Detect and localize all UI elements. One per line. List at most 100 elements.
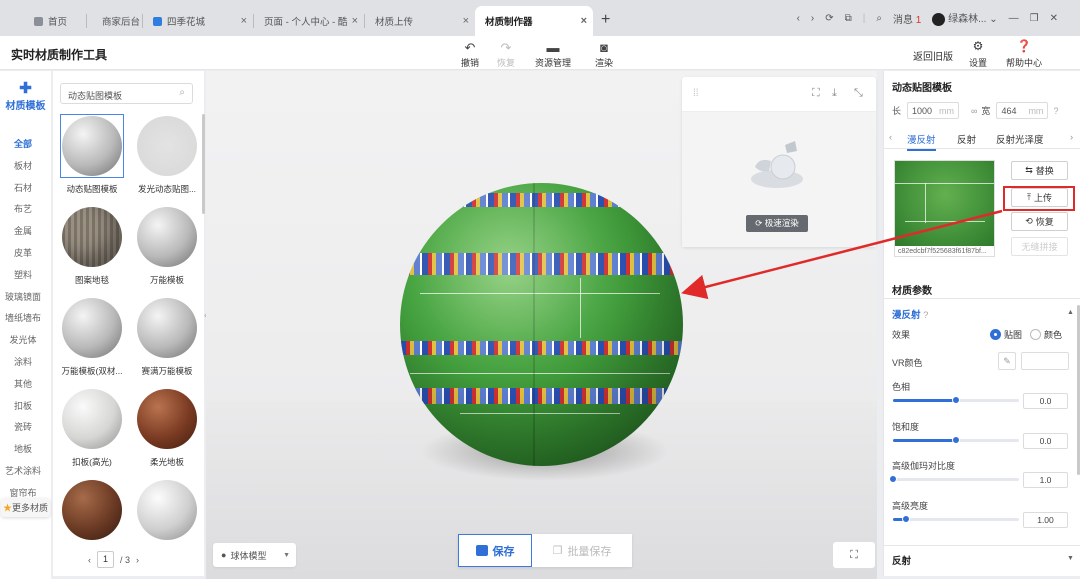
vr-color-input[interactable] [1021, 352, 1069, 370]
material-card[interactable] [131, 478, 203, 547]
seamless-button[interactable]: 无缝拼接 [1011, 237, 1068, 256]
rail-item[interactable]: 地板 [0, 442, 46, 455]
rail-item[interactable]: 扣板 [0, 399, 46, 412]
reflect-section-title[interactable]: 反射 [892, 553, 911, 567]
back-icon[interactable]: ‹ [797, 13, 800, 24]
rail-item[interactable]: 玻璃镜面 [0, 290, 46, 303]
screenshot-icon[interactable]: ⛶ [812, 87, 820, 100]
diffuse-section-title[interactable]: 漫反射 ? [892, 307, 928, 321]
download-icon[interactable]: ⤓ [832, 87, 837, 100]
tab-page-profile[interactable]: 页面 - 个人中心 - 酷 × [254, 6, 364, 36]
copy-icon[interactable]: ⧉ [845, 13, 852, 24]
rail-item[interactable]: 墙纸墙布 [0, 311, 46, 324]
material-card[interactable]: 万能模板(双材... [56, 296, 128, 377]
slider-value-input[interactable]: 1.00 [1023, 511, 1068, 528]
rail-item[interactable]: 皮革 [0, 246, 46, 259]
close-icon[interactable]: × [463, 15, 469, 27]
messages-link[interactable]: 消息 1 [893, 11, 921, 26]
rail-item[interactable]: 艺术涂料 [0, 464, 46, 477]
slider-value-input[interactable]: 0.0 [1023, 393, 1068, 409]
tab-four-seasons[interactable]: 四季花城 × [143, 6, 253, 36]
rail-item[interactable]: 金属 [0, 224, 46, 237]
slider-handle[interactable] [952, 396, 960, 404]
tab-material-maker[interactable]: 材质制作器 × [475, 6, 593, 36]
quick-render-button[interactable]: ⟳ 极速渲染 [746, 215, 808, 232]
width-input[interactable]: 464 mm [996, 102, 1049, 119]
slider-track[interactable] [893, 514, 1019, 523]
rail-item[interactable]: 板材 [0, 159, 46, 172]
close-icon[interactable]: × [581, 15, 587, 27]
tab-home[interactable]: 首页 [24, 6, 86, 36]
material-preview-sphere[interactable] [400, 183, 683, 466]
tab-next-icon[interactable]: › [1070, 132, 1073, 143]
batch-save-button[interactable]: ❐ 批量保存 [532, 534, 632, 567]
close-icon[interactable]: × [241, 15, 247, 27]
help-center-button[interactable]: ❓ 帮助中心 [1006, 39, 1042, 69]
rail-item[interactable]: 发光体 [0, 333, 46, 346]
rail-item[interactable]: 石材 [0, 181, 46, 194]
fullscreen-icon[interactable]: ⛶ [833, 542, 875, 568]
rail-item[interactable]: 其他 [0, 377, 46, 390]
material-template-header[interactable]: ✚ 材质模板 [0, 81, 51, 113]
material-card[interactable]: 图案地毯 [56, 205, 128, 286]
tab-prev-icon[interactable]: ‹ [889, 132, 892, 143]
rail-item[interactable]: 全部 [0, 137, 46, 150]
search-icon[interactable]: ⌕ [179, 87, 185, 98]
model-select[interactable]: ● 球体模型 ▼ [213, 543, 296, 567]
collapse-section-icon[interactable]: ▲ [1067, 309, 1074, 316]
scrollbar[interactable] [202, 114, 205, 214]
forward-icon[interactable]: › [811, 13, 814, 24]
rail-item[interactable]: 布艺 [0, 202, 46, 215]
restore-window-icon[interactable]: ❐ [1030, 13, 1039, 24]
restore-button[interactable]: ⟲ 恢复 [1011, 212, 1068, 231]
new-tab-button[interactable]: + [601, 11, 610, 29]
material-card[interactable] [56, 478, 128, 547]
material-card[interactable]: 万能模板 [131, 205, 203, 286]
search-input[interactable]: 动态贴图模板 ⌕ [60, 83, 193, 104]
drag-handle-icon[interactable]: ⁞⁞ [693, 88, 699, 99]
next-page-icon[interactable]: › [136, 555, 139, 565]
length-input[interactable]: 1000 mm [907, 102, 960, 119]
tab-material-upload[interactable]: 材质上传 × [365, 6, 475, 36]
user-menu[interactable]: 绿森林... ⌄ [932, 10, 998, 26]
slider-value-input[interactable]: 0.0 [1023, 432, 1068, 449]
more-materials-button[interactable]: ★更多材质 [1, 498, 51, 517]
texture-thumbnail[interactable]: c82edcbf7f525683f61f87bf... [894, 160, 995, 257]
rail-item[interactable]: 窗帘布 [0, 486, 46, 499]
minimize-icon[interactable]: — [1009, 13, 1019, 24]
prev-page-icon[interactable]: ‹ [88, 555, 91, 565]
slider-handle[interactable] [952, 435, 960, 444]
effect-radio-map[interactable]: 贴图 [990, 328, 1022, 341]
rail-item[interactable]: 塑料 [0, 268, 46, 281]
slider-track[interactable] [893, 435, 1019, 444]
material-card[interactable]: 赛满万能模板 [131, 296, 203, 377]
tab-merchant[interactable]: 商家后台 [87, 6, 142, 36]
close-icon[interactable]: × [352, 15, 358, 27]
revert-old-version-link[interactable]: 返回旧版 [913, 48, 953, 63]
close-window-icon[interactable]: ✕ [1050, 13, 1058, 24]
slider-handle[interactable] [889, 475, 897, 483]
link-icon[interactable]: ∞ [971, 106, 977, 116]
refresh-icon[interactable]: ⟳ [825, 13, 833, 24]
slider-track[interactable] [889, 475, 1019, 483]
material-card[interactable]: 扣板(高光) [56, 387, 128, 468]
search-icon[interactable]: ⌕ [876, 13, 882, 24]
render-button[interactable]: ◙ 渲染 [595, 39, 613, 69]
undo-button[interactable]: ↶ 撤销 [461, 39, 479, 69]
effect-radio-color[interactable]: 颜色 [1030, 328, 1062, 341]
redo-button[interactable]: ↷ 恢复 [497, 39, 515, 69]
tab-diffuse[interactable]: 漫反射 [907, 132, 936, 151]
collapse-icon[interactable]: ⤡ [854, 87, 863, 100]
help-icon[interactable]: ? [1053, 106, 1058, 116]
eyedropper-icon[interactable]: ✎ [998, 352, 1016, 370]
slider-handle[interactable] [901, 514, 910, 523]
slider-track[interactable] [893, 396, 1019, 404]
material-card[interactable]: 发光动态贴图... [131, 114, 203, 195]
page-input[interactable]: 1 [97, 551, 114, 568]
slider-value-input[interactable]: 1.0 [1023, 472, 1068, 488]
save-button[interactable]: 保存 [458, 534, 532, 567]
rail-item[interactable]: 涂料 [0, 355, 46, 368]
replace-button[interactable]: ⇆ 替换 [1011, 161, 1068, 180]
material-card[interactable]: 柔光地板 [131, 387, 203, 468]
rail-item[interactable]: 瓷砖 [0, 420, 46, 433]
